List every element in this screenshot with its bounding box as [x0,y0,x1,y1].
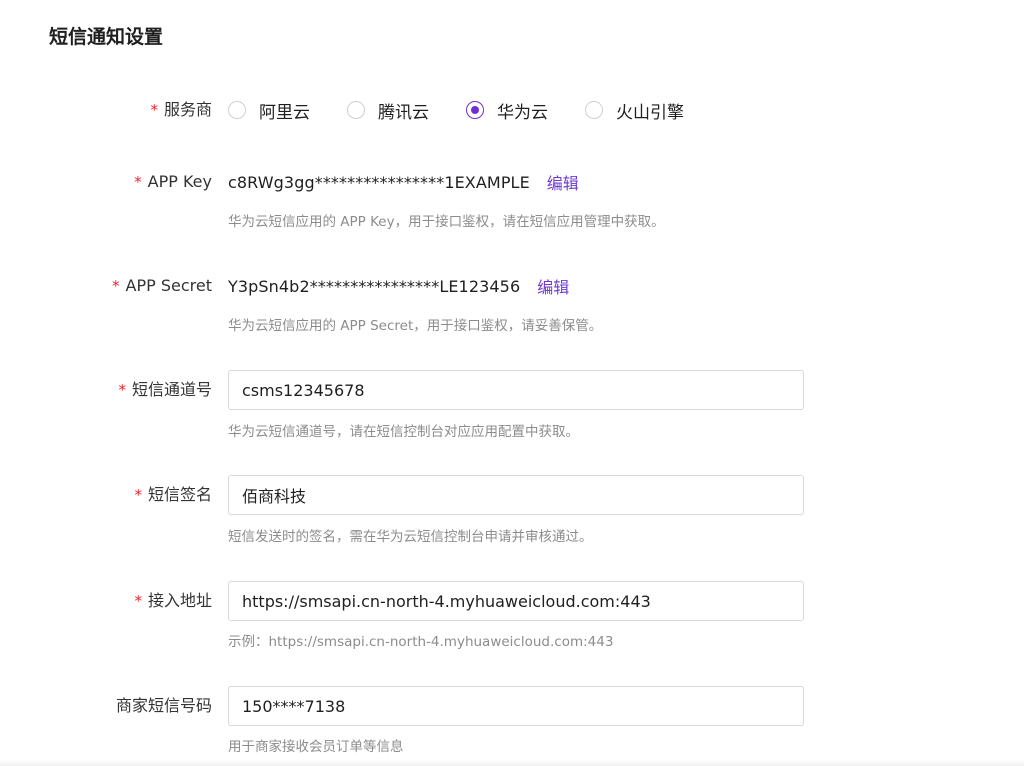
app-secret-control: Y3pSn4b2****************LE123456 编辑 [228,266,569,306]
app-secret-label: * APP Secret [112,266,212,306]
app-secret-label-text: APP Secret [125,276,212,295]
required-mark: * [134,486,142,504]
radio-label-volcengine: 火山引擎 [616,102,684,123]
app-key-label: * APP Key [134,162,212,202]
provider-radio-group: 阿里云 腾讯云 华为云 火山引擎 [228,90,721,130]
radio-option-aliyun[interactable]: 阿里云 [228,98,310,123]
bottom-divider [0,760,1024,766]
required-mark: * [134,173,142,191]
app-secret-edit-link[interactable]: 编辑 [537,274,569,298]
endpoint-label: * 接入地址 [134,581,212,621]
merchant-phone-input[interactable] [228,686,804,726]
app-key-hint: 华为云短信应用的 APP Key，用于接口鉴权，请在短信应用管理中获取。 [228,214,665,230]
provider-label-text: 服务商 [163,100,212,119]
required-mark: * [150,101,158,119]
merchant-phone-label: 商家短信号码 [116,686,212,726]
channel-label-text: 短信通道号 [131,380,212,399]
signature-input[interactable] [228,475,804,515]
required-mark: * [134,592,142,610]
endpoint-input[interactable] [228,581,804,621]
radio-circle-icon[interactable] [585,101,603,119]
channel-hint: 华为云短信通道号，请在短信控制台对应应用配置中获取。 [228,424,579,440]
radio-circle-icon[interactable] [347,101,365,119]
channel-label: * 短信通道号 [118,370,212,410]
required-mark: * [112,277,120,295]
app-key-value: c8RWg3gg****************1EXAMPLE [228,172,530,192]
page-title: 短信通知设置 [49,26,164,48]
app-secret-value: Y3pSn4b2****************LE123456 [228,276,521,296]
radio-label-huawei: 华为云 [497,102,548,123]
radio-option-tencent[interactable]: 腾讯云 [347,98,429,123]
endpoint-label-text: 接入地址 [147,591,212,610]
app-key-label-text: APP Key [147,172,212,191]
signature-label: * 短信签名 [134,475,212,515]
radio-checked-icon[interactable] [466,101,484,119]
endpoint-hint: 示例：https://smsapi.cn-north-4.myhuaweiclo… [228,634,614,650]
app-key-edit-link[interactable]: 编辑 [547,170,579,194]
radio-label-tencent: 腾讯云 [378,102,429,123]
merchant-phone-label-text: 商家短信号码 [115,696,212,715]
app-key-control: c8RWg3gg****************1EXAMPLE 编辑 [228,162,579,202]
channel-input[interactable] [228,370,804,410]
signature-hint: 短信发送时的签名，需在华为云短信控制台申请并审核通过。 [228,529,593,545]
provider-label: * 服务商 [150,90,212,130]
radio-option-huawei[interactable]: 华为云 [466,98,548,123]
radio-circle-icon[interactable] [228,101,246,119]
radio-label-aliyun: 阿里云 [259,102,310,123]
required-mark: * [118,381,126,399]
radio-option-volcengine[interactable]: 火山引擎 [585,98,684,123]
app-secret-hint: 华为云短信应用的 APP Secret，用于接口鉴权，请妥善保管。 [228,318,603,334]
sms-settings-page: 短信通知设置 * 服务商 阿里云 腾讯云 华为云 火山引擎 * APP Key … [0,0,1024,766]
signature-label-text: 短信签名 [147,485,212,504]
merchant-phone-hint: 用于商家接收会员订单等信息 [228,739,404,755]
